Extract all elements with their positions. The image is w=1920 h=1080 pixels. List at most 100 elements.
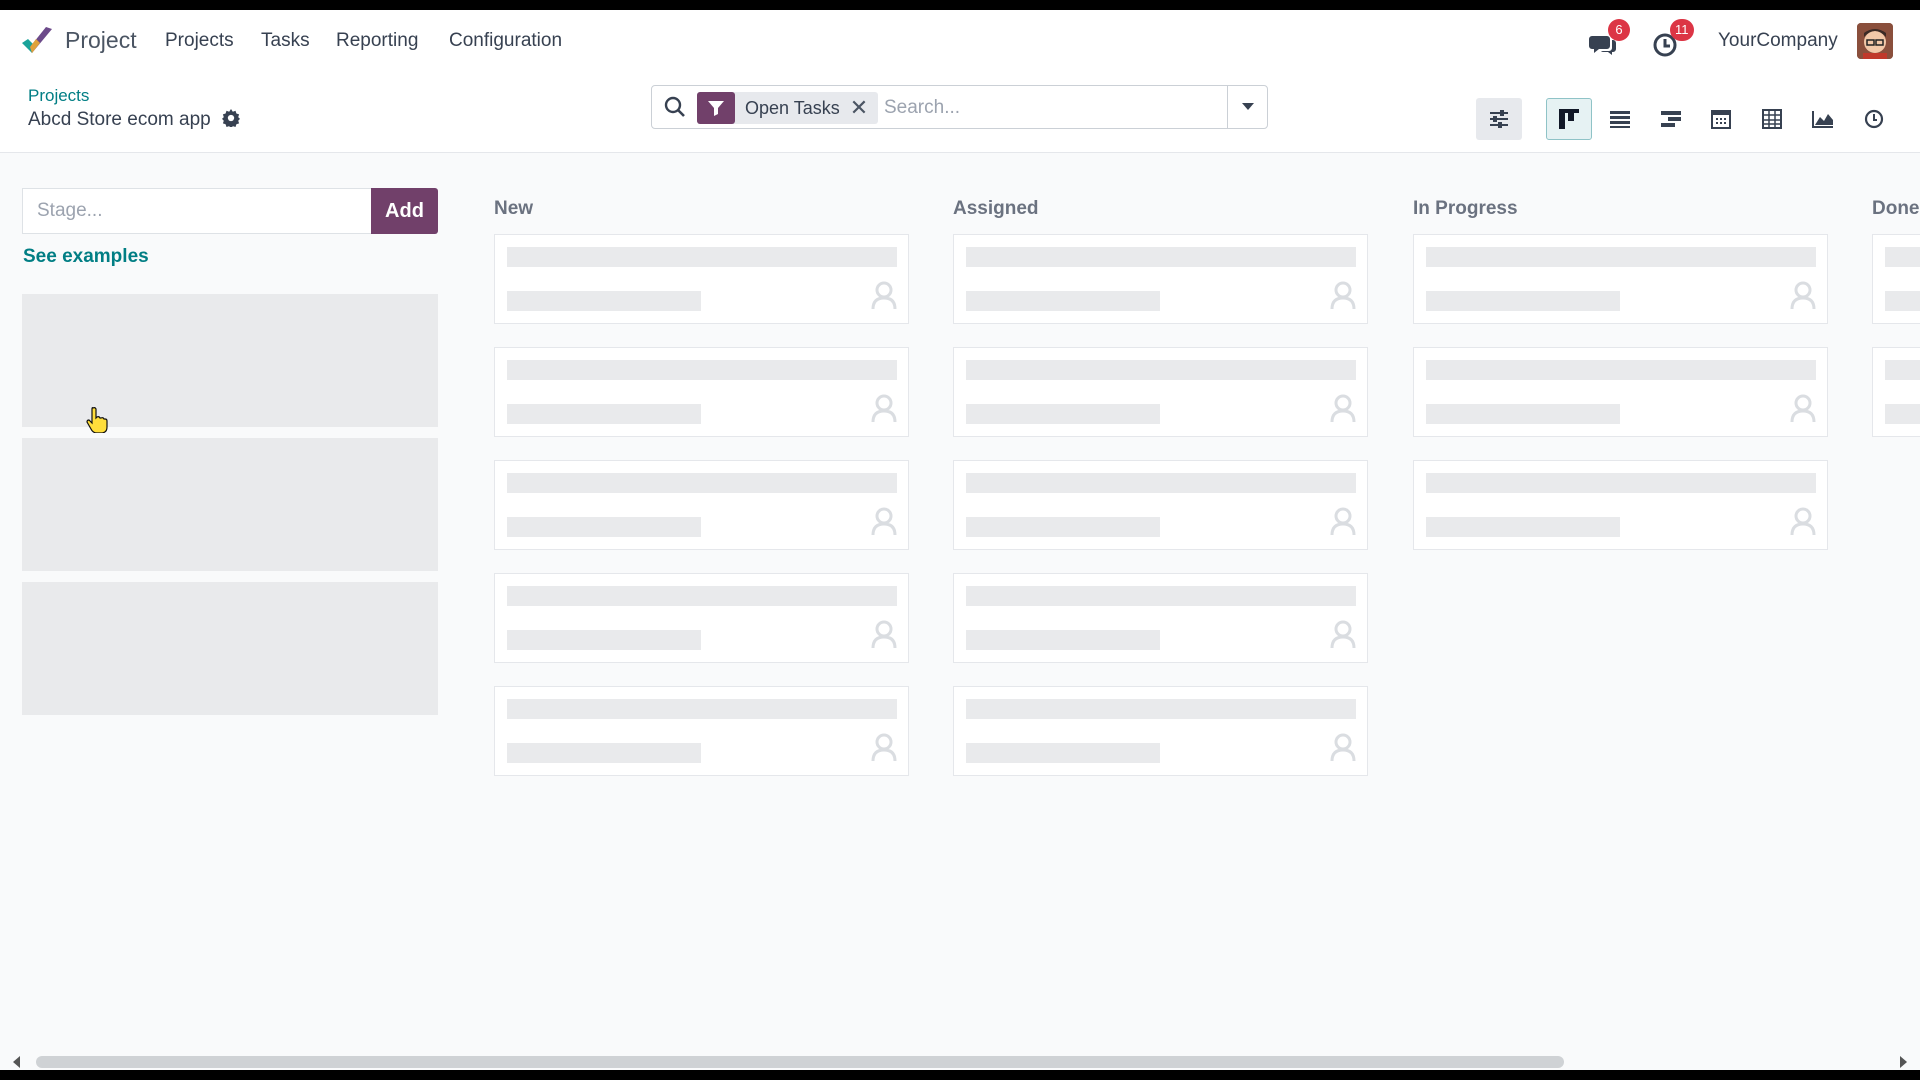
placeholder-line bbox=[507, 291, 701, 311]
user-placeholder-icon bbox=[1330, 507, 1356, 536]
activity-clock-icon bbox=[1864, 109, 1884, 129]
filter-facet: Open Tasks ✕ bbox=[697, 92, 879, 124]
column-title-new: New bbox=[494, 198, 534, 219]
scroll-left-icon[interactable] bbox=[10, 1055, 24, 1069]
placeholder-line bbox=[966, 291, 1160, 311]
placeholder-line bbox=[507, 517, 701, 537]
placeholder-line bbox=[966, 517, 1160, 537]
scroll-right-icon[interactable] bbox=[1896, 1055, 1910, 1069]
app-window: Project Projects Tasks Reporting Configu… bbox=[0, 10, 1920, 1070]
placeholder-line bbox=[966, 473, 1356, 493]
placeholder-line bbox=[507, 699, 897, 719]
view-pivot-button[interactable] bbox=[1749, 98, 1795, 140]
user-avatar-icon bbox=[1857, 23, 1893, 59]
view-list-button[interactable] bbox=[1597, 98, 1643, 140]
list-icon bbox=[1610, 111, 1630, 128]
user-avatar[interactable] bbox=[1857, 23, 1893, 59]
user-placeholder-icon bbox=[1330, 733, 1356, 762]
placeholder-line bbox=[507, 473, 897, 493]
placeholder-line bbox=[1885, 404, 1920, 424]
column-title-done: Done bbox=[1872, 198, 1920, 219]
search-options-toggle[interactable] bbox=[1227, 86, 1267, 128]
ghost-column bbox=[22, 438, 438, 571]
placeholder-card bbox=[494, 573, 909, 663]
stage-name-input[interactable] bbox=[22, 188, 372, 234]
menu-projects[interactable]: Projects bbox=[165, 30, 234, 52]
placeholder-card bbox=[953, 686, 1368, 776]
placeholder-card bbox=[1413, 347, 1828, 437]
placeholder-line bbox=[966, 630, 1160, 650]
placeholder-card bbox=[953, 347, 1368, 437]
gantt-icon bbox=[1661, 111, 1681, 127]
placeholder-line bbox=[966, 743, 1160, 763]
user-placeholder-icon bbox=[1790, 281, 1816, 310]
placeholder-line bbox=[507, 630, 701, 650]
view-activity-button[interactable] bbox=[1851, 98, 1897, 140]
placeholder-card bbox=[494, 347, 909, 437]
placeholder-line bbox=[966, 247, 1356, 267]
placeholder-line bbox=[507, 404, 701, 424]
scrollbar-thumb[interactable] bbox=[36, 1056, 1564, 1068]
top-navbar: Project Projects Tasks Reporting Configu… bbox=[0, 10, 1920, 73]
remove-facet-icon[interactable]: ✕ bbox=[850, 95, 878, 121]
user-placeholder-icon bbox=[871, 507, 897, 536]
add-stage-button[interactable]: Add bbox=[371, 188, 438, 234]
filter-facet-label: Open Tasks bbox=[745, 97, 840, 118]
menu-configuration[interactable]: Configuration bbox=[449, 30, 562, 52]
sliders-icon bbox=[1490, 110, 1508, 128]
column-title-in-progress: In Progress bbox=[1413, 198, 1518, 219]
user-placeholder-icon bbox=[871, 733, 897, 762]
menu-reporting[interactable]: Reporting bbox=[336, 30, 418, 52]
ghost-column bbox=[22, 294, 438, 427]
project-app-logo-icon[interactable] bbox=[20, 25, 54, 55]
see-examples-link[interactable]: See examples bbox=[23, 246, 149, 268]
app-name[interactable]: Project bbox=[65, 27, 137, 54]
ghost-column bbox=[22, 582, 438, 715]
breadcrumb-current: Abcd Store ecom app bbox=[28, 109, 240, 131]
user-placeholder-icon bbox=[1790, 394, 1816, 423]
breadcrumb-projects[interactable]: Projects bbox=[28, 86, 89, 106]
area-chart-icon bbox=[1812, 111, 1833, 128]
user-placeholder-icon bbox=[1790, 507, 1816, 536]
search-bar[interactable]: Open Tasks ✕ bbox=[651, 85, 1268, 129]
placeholder-line bbox=[966, 699, 1356, 719]
placeholder-card bbox=[953, 460, 1368, 550]
placeholder-line bbox=[966, 586, 1356, 606]
horizontal-scrollbar[interactable] bbox=[0, 1053, 1920, 1070]
filter-icon bbox=[697, 92, 735, 124]
placeholder-line bbox=[1426, 473, 1816, 493]
company-switcher[interactable]: YourCompany bbox=[1718, 30, 1838, 52]
placeholder-line bbox=[507, 586, 897, 606]
placeholder-line bbox=[507, 247, 897, 267]
user-placeholder-icon bbox=[1330, 620, 1356, 649]
user-placeholder-icon bbox=[871, 394, 897, 423]
menu-tasks[interactable]: Tasks bbox=[261, 30, 310, 52]
user-placeholder-icon bbox=[871, 620, 897, 649]
activities-button[interactable]: 11 bbox=[1652, 19, 1694, 60]
view-graph-button[interactable] bbox=[1800, 98, 1846, 140]
placeholder-line bbox=[1426, 517, 1620, 537]
view-kanban-button[interactable] bbox=[1546, 98, 1592, 140]
placeholder-line bbox=[507, 360, 897, 380]
placeholder-line bbox=[966, 404, 1160, 424]
placeholder-line bbox=[966, 360, 1356, 380]
search-icon[interactable] bbox=[664, 96, 686, 118]
placeholder-line bbox=[1885, 247, 1920, 267]
user-placeholder-icon bbox=[871, 281, 897, 310]
view-calendar-button[interactable] bbox=[1698, 98, 1744, 140]
messages-button[interactable]: 6 bbox=[1588, 19, 1630, 60]
search-input[interactable] bbox=[884, 92, 1224, 124]
placeholder-card bbox=[953, 573, 1368, 663]
placeholder-card bbox=[494, 460, 909, 550]
placeholder-card bbox=[1413, 460, 1828, 550]
pivot-table-icon bbox=[1762, 109, 1782, 129]
placeholder-card bbox=[494, 234, 909, 324]
view-gantt-button[interactable] bbox=[1648, 98, 1694, 140]
kanban-icon bbox=[1559, 109, 1579, 129]
gear-icon[interactable] bbox=[222, 109, 240, 127]
placeholder-card bbox=[1872, 234, 1920, 324]
toggle-search-panel-button[interactable] bbox=[1476, 98, 1522, 140]
breadcrumb-current-label: Abcd Store ecom app bbox=[28, 109, 211, 130]
placeholder-card bbox=[1872, 347, 1920, 437]
placeholder-line bbox=[507, 743, 701, 763]
